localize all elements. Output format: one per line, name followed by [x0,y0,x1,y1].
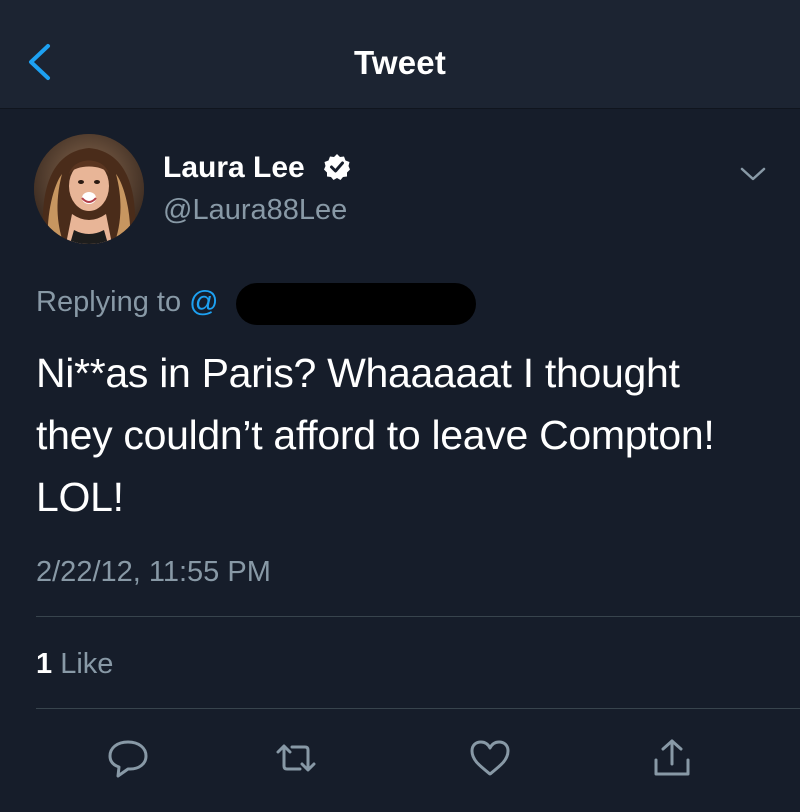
header-bar: Tweet [0,0,800,109]
tweet-text-line: Ni**as in Paris? Whaaaaat I thought [36,350,680,396]
display-name[interactable]: Laura Lee [163,151,351,185]
tweet-text-line: they couldn’t afford to leave Compton! [36,412,715,458]
redacted-mention [236,283,476,325]
display-name-text[interactable]: Laura Lee [163,151,305,184]
likes-stat[interactable]: 1 Like [36,648,113,681]
divider [36,708,800,709]
replying-to-label: Replying to [36,286,182,318]
tweet-timestamp: 2/22/12, 11:55 PM [36,556,271,588]
like-icon[interactable] [466,736,514,780]
reply-mention-link[interactable]: @ [189,286,218,318]
tweet-text: Ni**as in Paris? Whaaaaat I thought they… [36,342,766,528]
tweet-text-line: LOL! [36,474,124,520]
divider [36,616,800,617]
replying-to: Replying to @ [36,286,219,319]
page-title: Tweet [353,44,447,81]
reply-icon[interactable] [104,736,152,780]
verified-badge-icon [324,154,351,180]
share-icon[interactable] [648,736,696,780]
user-handle[interactable]: @Laura88Lee [163,194,347,227]
retweet-icon[interactable] [272,736,320,780]
likes-label: Like [60,648,114,680]
chevron-down-icon[interactable] [736,162,770,186]
likes-count: 1 [36,648,53,680]
avatar[interactable] [34,134,144,244]
